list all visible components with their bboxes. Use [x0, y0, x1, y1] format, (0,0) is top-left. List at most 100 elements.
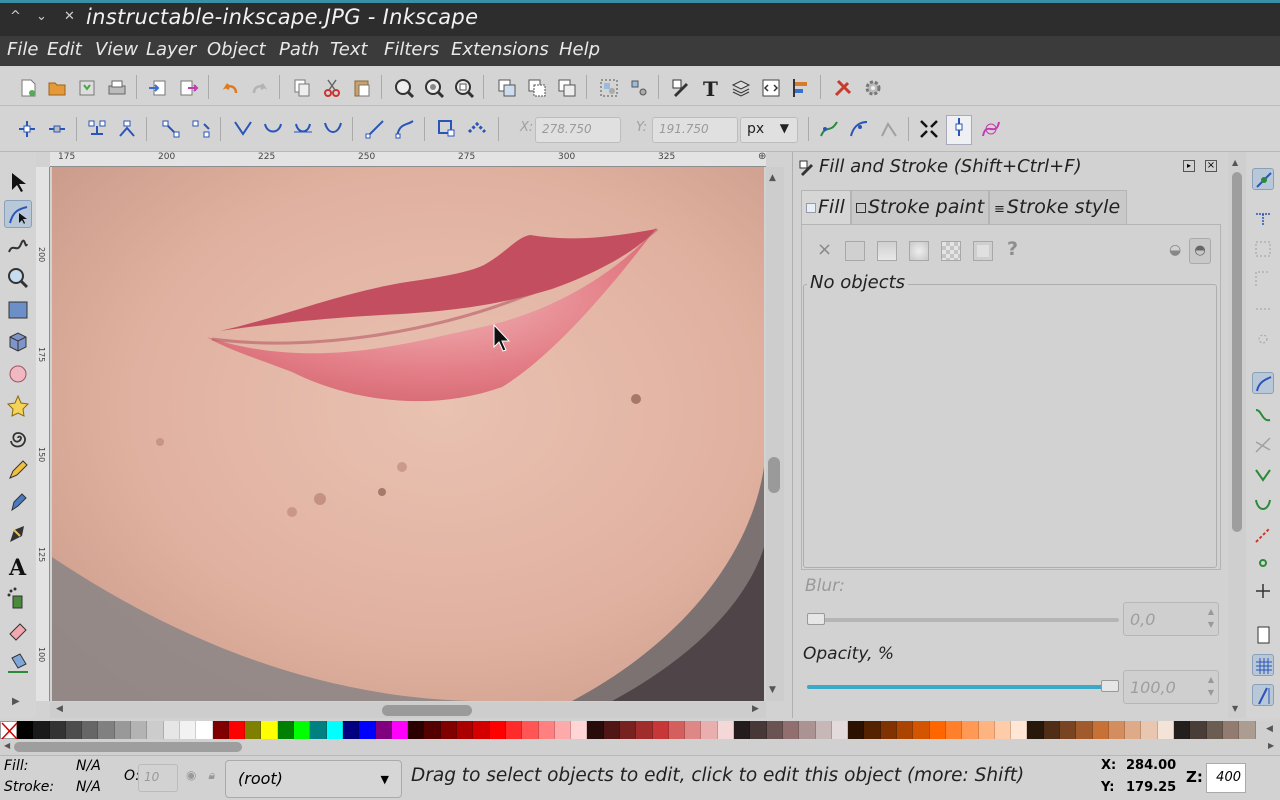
- color-swatch[interactable]: [457, 721, 474, 739]
- x-coord-input[interactable]: 278.750: [535, 117, 621, 143]
- scroll-up-icon[interactable]: ▲: [769, 173, 776, 183]
- drawing-canvas[interactable]: [52, 167, 764, 701]
- text-font-icon[interactable]: T: [700, 77, 722, 101]
- node-auto-smooth-icon[interactable]: [322, 118, 344, 140]
- fill-rule-evenodd-icon[interactable]: ◒: [1169, 242, 1181, 258]
- cut-icon[interactable]: [321, 77, 343, 99]
- join-segment-icon[interactable]: [160, 118, 182, 140]
- preferences-icon[interactable]: [832, 77, 854, 99]
- print-icon[interactable]: [106, 77, 128, 99]
- color-swatch[interactable]: [782, 721, 800, 739]
- color-swatch[interactable]: [261, 721, 278, 739]
- canvas-horizontal-scrollbar[interactable]: ◀ ▶: [50, 702, 766, 718]
- toolbox-expand-icon[interactable]: ▶: [12, 696, 20, 707]
- fill-rule-nonzero-icon[interactable]: ◓: [1189, 238, 1211, 264]
- join-nodes-icon[interactable]: [86, 118, 108, 140]
- color-swatch[interactable]: [1190, 721, 1207, 739]
- dock-scrollbar[interactable]: ▲ ▼: [1228, 152, 1246, 718]
- color-swatch[interactable]: [277, 721, 295, 739]
- snap-cusp-nodes-icon[interactable]: [1252, 464, 1274, 486]
- opacity-slider-handle[interactable]: [1101, 680, 1119, 692]
- menu-help[interactable]: Help: [559, 39, 600, 60]
- tweak-tool-icon[interactable]: [4, 232, 32, 260]
- rectangle-tool-icon[interactable]: [4, 296, 32, 324]
- stroke-to-path-icon[interactable]: [466, 118, 488, 140]
- color-swatch[interactable]: [82, 721, 99, 739]
- color-swatch[interactable]: [1125, 721, 1142, 739]
- toggle-lock-icon[interactable]: 🔒︎: [208, 768, 214, 783]
- pencil-tool-icon[interactable]: [4, 456, 32, 484]
- delete-segment-icon[interactable]: [190, 118, 212, 140]
- export-icon[interactable]: [178, 77, 200, 99]
- menu-file[interactable]: File: [7, 39, 38, 60]
- color-swatch[interactable]: [1239, 721, 1256, 739]
- snap-line-midpoints-icon[interactable]: [1252, 524, 1274, 546]
- color-swatch[interactable]: [228, 721, 246, 739]
- opacity-slider-track[interactable]: [807, 685, 1119, 689]
- import-icon[interactable]: [147, 77, 169, 99]
- spray-tool-icon[interactable]: [4, 584, 32, 612]
- palette-scroll-right-icon[interactable]: ▶: [1268, 741, 1274, 750]
- scroll-left-icon[interactable]: ◀: [56, 704, 63, 714]
- color-swatch[interactable]: [929, 721, 946, 739]
- fill-stroke-icon[interactable]: [670, 77, 692, 99]
- snap-guides-icon[interactable]: [1252, 684, 1274, 706]
- color-swatch[interactable]: [766, 721, 783, 739]
- eraser-tool-icon[interactable]: [4, 616, 32, 644]
- palette-menu-icon[interactable]: ◀: [1266, 724, 1273, 734]
- insert-node-icon[interactable]: [16, 118, 38, 140]
- blur-slider-track[interactable]: [807, 618, 1119, 622]
- opacity-status-input[interactable]: 10: [138, 764, 178, 792]
- color-swatch[interactable]: [1092, 721, 1109, 739]
- show-bbox-icon[interactable]: [918, 118, 940, 140]
- color-swatch[interactable]: [424, 721, 441, 739]
- tab-stroke-paint[interactable]: Stroke paint: [851, 190, 989, 224]
- node-cusp-icon[interactable]: [232, 118, 254, 140]
- calligraphy-tool-icon[interactable]: [4, 520, 32, 548]
- clone-icon[interactable]: [526, 77, 548, 99]
- paint-pattern-button[interactable]: [941, 241, 961, 261]
- horizontal-scroll-thumb[interactable]: [382, 705, 472, 716]
- pen-tool-icon[interactable]: [4, 488, 32, 516]
- color-swatch[interactable]: [391, 721, 409, 739]
- snap-bbox-corner-icon[interactable]: [1252, 268, 1274, 290]
- color-swatch[interactable]: [1108, 721, 1126, 739]
- menu-edit[interactable]: Edit: [47, 39, 82, 60]
- align-distribute-icon[interactable]: [790, 77, 812, 99]
- color-swatch[interactable]: [717, 721, 735, 739]
- tab-fill[interactable]: Fill: [801, 190, 851, 224]
- next-path-effect-icon[interactable]: [980, 118, 1002, 140]
- color-swatch[interactable]: [326, 721, 343, 739]
- open-icon[interactable]: [46, 77, 68, 99]
- snap-to-paths-icon[interactable]: [1252, 404, 1274, 426]
- save-icon[interactable]: [76, 77, 98, 99]
- color-swatch[interactable]: [245, 721, 262, 739]
- color-swatch[interactable]: [994, 721, 1012, 739]
- color-swatch[interactable]: [734, 721, 751, 739]
- menu-path[interactable]: Path: [279, 39, 319, 60]
- dock-scroll-up-icon[interactable]: ▲: [1232, 158, 1238, 167]
- menu-view[interactable]: View: [95, 39, 138, 60]
- text-tool-icon[interactable]: A: [4, 552, 32, 581]
- snap-grid-icon[interactable]: [1252, 654, 1274, 676]
- color-swatch[interactable]: [342, 721, 360, 739]
- segment-curve-icon[interactable]: [394, 118, 416, 140]
- layer-select[interactable]: (root) ▼: [225, 760, 402, 798]
- menu-text[interactable]: Text: [330, 39, 368, 60]
- color-swatch[interactable]: [962, 721, 979, 739]
- color-swatch[interactable]: [538, 721, 555, 739]
- vertical-scroll-thumb[interactable]: [768, 457, 780, 493]
- selector-tool-icon[interactable]: [4, 168, 32, 196]
- color-swatch[interactable]: [1043, 721, 1060, 739]
- color-swatch[interactable]: [294, 721, 311, 739]
- zoom-tool-icon[interactable]: [4, 264, 32, 292]
- paint-unset-button[interactable]: ?: [1007, 238, 1018, 260]
- node-symmetric-icon[interactable]: [292, 118, 314, 140]
- color-swatch[interactable]: [880, 721, 898, 739]
- snap-enable-icon[interactable]: [1252, 168, 1274, 190]
- color-swatch[interactable]: [163, 721, 180, 739]
- no-paint-swatch[interactable]: [0, 721, 18, 740]
- y-coord-input[interactable]: 191.750: [652, 117, 738, 143]
- color-swatch[interactable]: [701, 721, 718, 739]
- unit-select[interactable]: px ▼: [740, 117, 798, 143]
